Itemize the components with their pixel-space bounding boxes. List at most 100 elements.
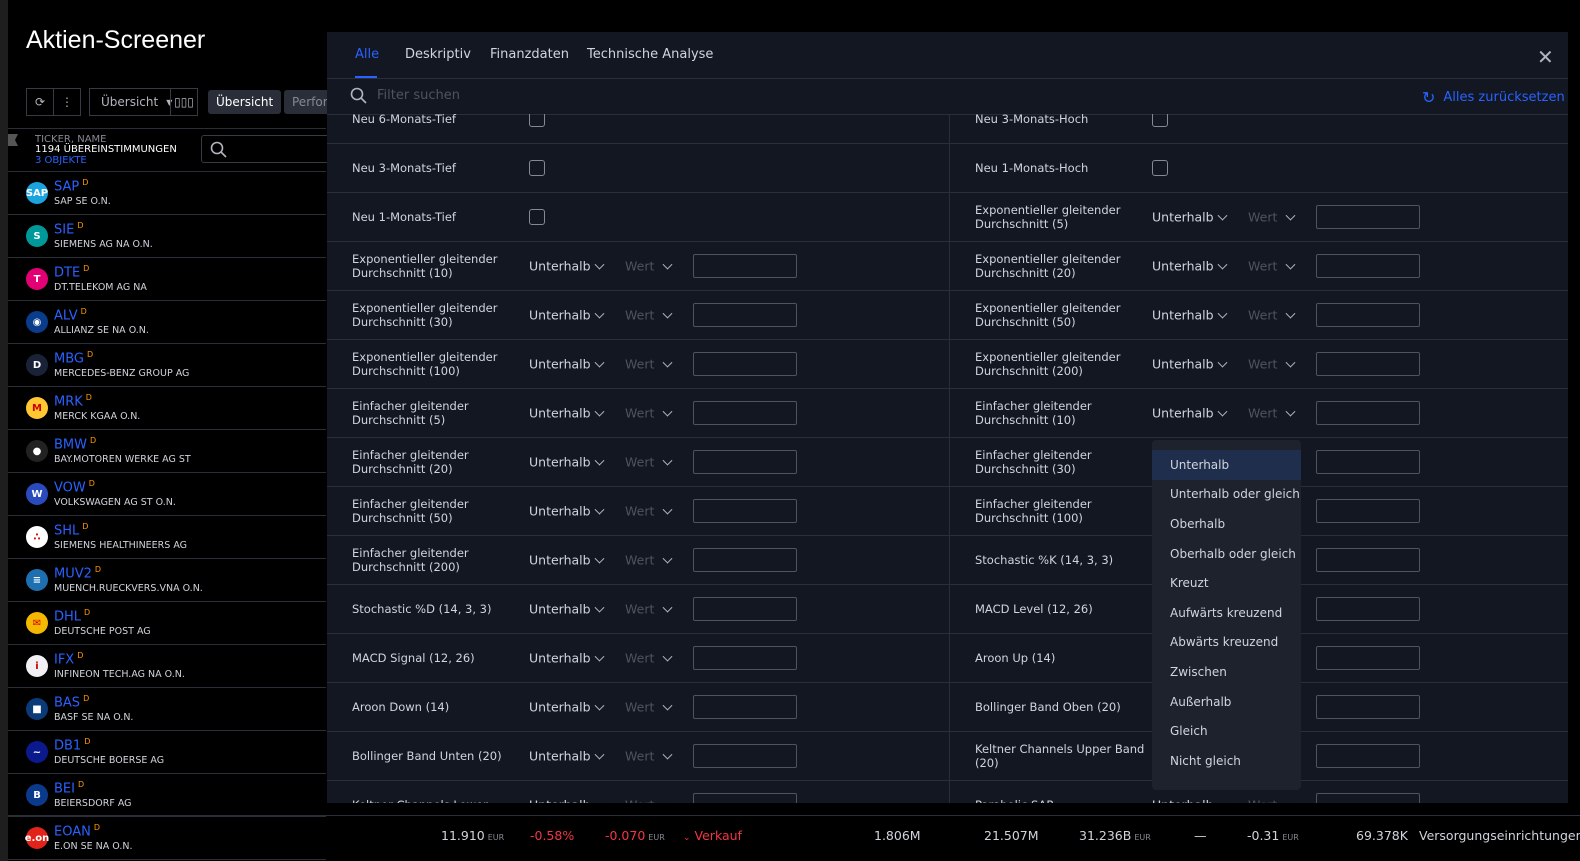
ticker-link[interactable]: DTE D	[54, 264, 89, 280]
stock-row[interactable]: ● BMW D BAY.MOTOREN WERKE AG ST	[8, 430, 326, 473]
filter-value-input[interactable]	[693, 793, 797, 803]
dropdown-option[interactable]: Oberhalb oder gleich	[1152, 539, 1301, 569]
tab-finanzdaten[interactable]: Finanzdaten	[490, 47, 569, 62]
filter-value-input[interactable]	[1316, 695, 1420, 719]
condition-select[interactable]: Unterhalb	[1152, 259, 1214, 274]
filter-value-input[interactable]	[693, 597, 797, 621]
value-type-select[interactable]: Wert	[1248, 259, 1277, 274]
stock-row[interactable]: SAP SAP D SAP SE O.N.	[8, 172, 326, 215]
value-type-select[interactable]: Wert	[625, 553, 654, 568]
stock-row[interactable]: M MRK D MERCK KGAA O.N.	[8, 387, 326, 430]
condition-select[interactable]: Unterhalb	[529, 602, 591, 617]
value-type-select[interactable]: Wert	[625, 504, 654, 519]
value-type-select[interactable]: Wert	[625, 700, 654, 715]
condition-select[interactable]: Unterhalb	[1152, 308, 1214, 323]
condition-select[interactable]: Unterhalb	[529, 308, 591, 323]
filter-value-input[interactable]	[1316, 303, 1420, 327]
condition-select[interactable]: Unterhalb	[529, 259, 591, 274]
ticker-link[interactable]: SHL D	[54, 522, 88, 538]
stock-row[interactable]: W VOW D VOLKSWAGEN AG ST O.N.	[8, 473, 326, 516]
dropdown-option[interactable]: Unterhalb	[1152, 450, 1301, 480]
filter-value-input[interactable]	[693, 450, 797, 474]
condition-select[interactable]: Unterhalb	[1152, 798, 1214, 804]
stock-row[interactable]: ◉ ALV D ALLIANZ SE NA O.N.	[8, 301, 326, 344]
dropdown-option[interactable]: Oberhalb	[1152, 509, 1301, 539]
tab-technische-analyse[interactable]: Technische Analyse	[587, 47, 713, 62]
condition-select[interactable]: Unterhalb	[529, 357, 591, 372]
ticker-link[interactable]: DHL D	[54, 608, 90, 624]
value-type-select[interactable]: Wert	[1248, 798, 1277, 804]
value-type-select[interactable]: Wert	[625, 651, 654, 666]
value-type-select[interactable]: Wert	[1248, 406, 1277, 421]
value-type-select[interactable]: Wert	[1248, 210, 1277, 225]
value-type-select[interactable]: Wert	[1248, 357, 1277, 372]
filter-checkbox[interactable]	[1152, 114, 1168, 127]
stock-row[interactable]: ≡ MUV2 D MUENCH.RUECKVERS.VNA O.N.	[8, 559, 326, 602]
stock-row[interactable]: D MBG D MERCEDES-BENZ GROUP AG	[8, 344, 326, 387]
stock-row[interactable]: ✉ DHL D DEUTSCHE POST AG	[8, 602, 326, 645]
dropdown-option[interactable]: Unterhalb oder gleich	[1152, 480, 1301, 510]
ticker-link[interactable]: BEI D	[54, 780, 84, 796]
filter-value-input[interactable]	[1316, 646, 1420, 670]
value-type-select[interactable]: Wert	[625, 357, 654, 372]
dropdown-option[interactable]: Aufwärts kreuzend	[1152, 598, 1301, 628]
value-type-select[interactable]: Wert	[625, 406, 654, 421]
dropdown-option[interactable]: Außerhalb	[1152, 687, 1301, 717]
condition-select[interactable]: Unterhalb	[1152, 210, 1214, 225]
condition-select[interactable]: Unterhalb	[529, 504, 591, 519]
filter-value-input[interactable]	[693, 646, 797, 670]
stock-row[interactable]: ~ DB1 D DEUTSCHE BOERSE AG	[8, 731, 326, 774]
dropdown-option[interactable]: Abwärts kreuzend	[1152, 628, 1301, 658]
filter-value-input[interactable]	[693, 254, 797, 278]
filter-value-input[interactable]	[693, 401, 797, 425]
condition-select[interactable]: Unterhalb	[529, 798, 591, 804]
ticker-link[interactable]: BAS D	[54, 694, 89, 710]
ticker-link[interactable]: SAP D	[54, 178, 88, 194]
close-icon[interactable]: ✕	[1537, 45, 1554, 69]
condition-select[interactable]: Unterhalb	[529, 553, 591, 568]
filter-value-input[interactable]	[1316, 205, 1420, 229]
filter-value-input[interactable]	[1316, 744, 1420, 768]
filter-value-input[interactable]	[1316, 352, 1420, 376]
ticker-link[interactable]: MRK D	[54, 393, 92, 409]
filter-value-input[interactable]	[1316, 401, 1420, 425]
stock-row[interactable]: B BEI D BEIERSDORF AG	[8, 774, 326, 817]
filter-value-input[interactable]	[1316, 793, 1420, 803]
filter-checkbox[interactable]	[529, 209, 545, 225]
filter-search-input[interactable]: Filter suchen	[377, 88, 460, 103]
value-type-select[interactable]: Wert	[625, 798, 654, 804]
object-count[interactable]: 3 OBJEKTE	[35, 155, 87, 166]
value-type-select[interactable]: Wert	[1248, 308, 1277, 323]
filter-value-input[interactable]	[1316, 254, 1420, 278]
filter-value-input[interactable]	[1316, 548, 1420, 572]
filter-value-input[interactable]	[693, 499, 797, 523]
ticker-link[interactable]: IFX D	[54, 651, 83, 667]
dropdown-option[interactable]: Gleich	[1152, 716, 1301, 746]
more-button[interactable]: ⋮	[53, 88, 81, 116]
filter-value-input[interactable]	[1316, 450, 1420, 474]
condition-select[interactable]: Unterhalb	[529, 700, 591, 715]
filter-checkbox[interactable]	[529, 160, 545, 176]
dropdown-option[interactable]: Nicht gleich	[1152, 746, 1301, 776]
ticker-link[interactable]: ALV D	[54, 307, 87, 323]
stock-row[interactable]: S SIE D SIEMENS AG NA O.N.	[8, 215, 326, 258]
stock-row[interactable]: ∴ SHL D SIEMENS HEALTHINEERS AG	[8, 516, 326, 559]
tab-deskriptiv[interactable]: Deskriptiv	[405, 47, 471, 62]
filter-value-input[interactable]	[693, 744, 797, 768]
condition-select[interactable]: Unterhalb	[529, 406, 591, 421]
filter-value-input[interactable]	[693, 695, 797, 719]
filter-value-input[interactable]	[693, 548, 797, 572]
stock-row[interactable]: T DTE D DT.TELEKOM AG NA	[8, 258, 326, 301]
columns-button[interactable]: ▯▯▯	[170, 88, 198, 116]
dropdown-option[interactable]: Zwischen	[1152, 657, 1301, 687]
value-type-select[interactable]: Wert	[625, 749, 654, 764]
value-type-select[interactable]: Wert	[625, 308, 654, 323]
condition-select[interactable]: Unterhalb	[1152, 357, 1214, 372]
ticker-search-input[interactable]	[201, 135, 341, 163]
filter-value-input[interactable]	[693, 352, 797, 376]
ticker-link[interactable]: SIE D	[54, 221, 83, 237]
condition-select[interactable]: Unterhalb	[529, 651, 591, 666]
condition-select[interactable]: Unterhalb	[529, 455, 591, 470]
refresh-button[interactable]: ⟳	[26, 88, 54, 116]
stock-row[interactable]: i IFX D INFINEON TECH.AG NA O.N.	[8, 645, 326, 688]
